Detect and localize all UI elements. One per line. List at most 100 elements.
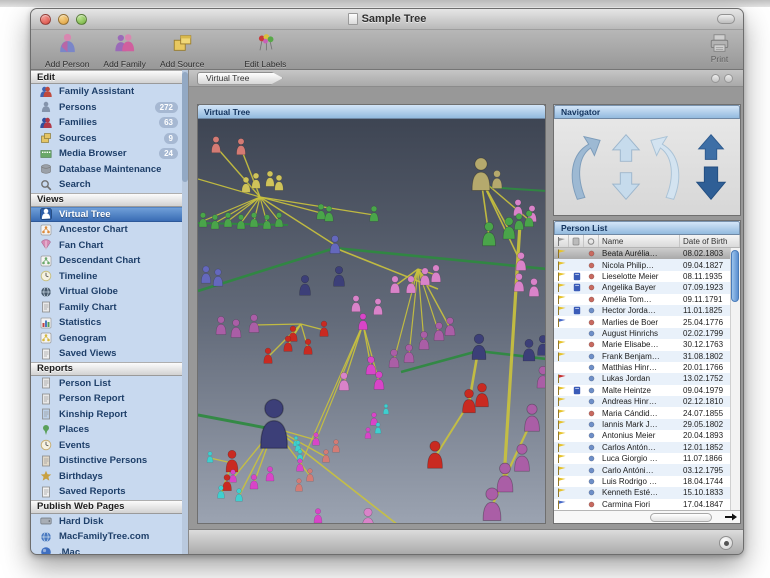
column-gender[interactable] bbox=[584, 235, 599, 247]
saved-views-icon bbox=[40, 348, 52, 360]
person-row[interactable]: Frank Benjam… 31.08.1802 bbox=[554, 350, 740, 362]
person-list-horizontal-scrollbar[interactable] bbox=[554, 510, 740, 523]
zoom-button[interactable] bbox=[76, 13, 87, 25]
person-list-hscroll-thumb[interactable] bbox=[650, 512, 712, 522]
flag-icon bbox=[558, 420, 566, 430]
person-row[interactable]: Kenneth Esté… 15.10.1833 bbox=[554, 487, 740, 499]
panel-toggle-button-2[interactable] bbox=[724, 74, 733, 83]
person-row[interactable]: Malte Heintze 09.04.1979 bbox=[554, 385, 740, 396]
add-person-button[interactable]: Add Person bbox=[45, 32, 89, 69]
person-row[interactable]: Lieselotte Meier 08.11.1935 bbox=[554, 271, 740, 282]
sidebar-item-saved-views[interactable]: Saved Views bbox=[31, 346, 188, 362]
sidebar-item-persons[interactable]: Persons 272 bbox=[31, 100, 188, 116]
sidebar-scrollbar-thumb[interactable] bbox=[182, 72, 188, 182]
person-name: Luis Rodrigo … bbox=[602, 477, 658, 486]
toolbar-button-label: Add Person bbox=[45, 59, 90, 69]
person-row[interactable]: August Hinrichs 02.02.1799 bbox=[554, 327, 740, 340]
flag-icon bbox=[558, 466, 566, 475]
person-row[interactable]: Antonius Meier 20.04.1893 bbox=[554, 430, 740, 441]
sidebar-item-statistics[interactable]: Statistics bbox=[31, 315, 188, 331]
rotate-left-arrow[interactable] bbox=[564, 131, 602, 203]
person-row[interactable]: Hector Jorda… 11.01.1825 bbox=[554, 304, 740, 317]
print-button[interactable]: Print bbox=[708, 32, 731, 64]
flag-icon bbox=[558, 443, 566, 452]
sidebar-item-distinctive-persons[interactable]: Distinctive Persons bbox=[31, 453, 188, 469]
person-row[interactable]: Maria Cándid… 24.07.1855 bbox=[554, 407, 740, 418]
sidebar-item-label: Search bbox=[59, 179, 91, 191]
person-row[interactable]: Lukas Jordan 13.02.1752 bbox=[554, 373, 740, 385]
close-button[interactable] bbox=[40, 13, 51, 25]
person-row[interactable]: Andreas Hinr… 02.12.1810 bbox=[554, 396, 740, 408]
sidebar-item-family-assistant[interactable]: Family Assistant bbox=[31, 84, 188, 100]
sidebar-item-person-list[interactable]: Person List bbox=[31, 376, 188, 392]
titlebar[interactable]: Sample Tree bbox=[31, 9, 743, 30]
sidebar-item-virtual-globe[interactable]: Virtual Globe bbox=[31, 284, 188, 300]
events-icon bbox=[40, 439, 52, 451]
person-row[interactable]: Carlos Antón… 12.01.1852 bbox=[554, 441, 740, 454]
sidebar-item-search[interactable]: Search bbox=[31, 177, 188, 193]
sidebar-item-family-chart[interactable]: Family Chart bbox=[31, 300, 188, 316]
sidebar-item-birthdays[interactable]: Birthdays bbox=[31, 469, 188, 485]
sidebar-item-fan-chart[interactable]: Fan Chart bbox=[31, 238, 188, 254]
toolbar-toggle-button[interactable] bbox=[717, 14, 735, 24]
fan-chart-icon bbox=[40, 239, 52, 251]
column-media[interactable] bbox=[569, 235, 584, 247]
sidebar-scrollbar[interactable] bbox=[182, 70, 188, 554]
column-flag[interactable] bbox=[554, 235, 569, 247]
sidebar-item-virtual-tree[interactable]: Virtual Tree bbox=[31, 206, 188, 222]
person-row[interactable]: Luca Giorgio … 11.07.1866 bbox=[554, 453, 740, 464]
sidebar-item-places[interactable]: Places bbox=[31, 422, 188, 438]
person-list-panel: Person List Name Date of Birth Beata Aur… bbox=[553, 220, 741, 524]
sidebar-item-ancestor-chart[interactable]: Ancestor Chart bbox=[31, 222, 188, 238]
person-name: Carmina Fiori bbox=[602, 499, 651, 509]
family-assistant-icon bbox=[40, 86, 52, 98]
person-row[interactable]: Matthias Hinr… 20.01.1766 bbox=[554, 362, 740, 373]
minimize-button[interactable] bbox=[58, 13, 69, 25]
zoom-arrows[interactable] bbox=[692, 131, 730, 203]
sidebar-item-genogram[interactable]: Genogram bbox=[31, 331, 188, 347]
sidebar-item-kinship-report[interactable]: Kinship Report bbox=[31, 407, 188, 423]
sidebar-item--mac[interactable]: .Mac bbox=[31, 545, 188, 554]
person-row[interactable]: Beata Aurélia… 08.02.1803 bbox=[554, 248, 740, 260]
person-row[interactable]: Carmina Fiori 17.04.1847 bbox=[554, 499, 740, 510]
panel-toggle-button-1[interactable] bbox=[711, 74, 720, 83]
add-family-button[interactable]: Add Family bbox=[103, 32, 146, 69]
sidebar-item-database-maintenance[interactable]: Database Maintenance bbox=[31, 162, 188, 178]
sidebar-item-media-browser[interactable]: Media Browser 24 bbox=[31, 146, 188, 162]
person-row[interactable]: Luis Rodrigo … 18.04.1744 bbox=[554, 476, 740, 487]
status-action-button[interactable] bbox=[719, 536, 733, 550]
column-name[interactable]: Name bbox=[599, 235, 680, 247]
sidebar-item-families[interactable]: Families 63 bbox=[31, 115, 188, 131]
person-row[interactable]: Nicola Philip… 09.04.1827 bbox=[554, 259, 740, 271]
person-row[interactable]: Carlo Antóni… 03.12.1795 bbox=[554, 464, 740, 476]
sidebar-item-sources[interactable]: Sources 9 bbox=[31, 131, 188, 147]
person-row[interactable]: Iannis Mark J… 29.05.1802 bbox=[554, 418, 740, 431]
gender-icon bbox=[588, 341, 595, 348]
column-date-of-birth[interactable]: Date of Birth bbox=[680, 235, 740, 247]
person-name: August Hinrichs bbox=[602, 328, 659, 338]
sidebar-item-hard-disk[interactable]: Hard Disk bbox=[31, 514, 188, 530]
sidebar-item-macfamilytree-com[interactable]: MacFamilyTree.com bbox=[31, 529, 188, 545]
show-person-button[interactable] bbox=[724, 512, 738, 522]
rotate-right-arrow[interactable] bbox=[649, 131, 687, 203]
sidebar-item-saved-reports[interactable]: Saved Reports bbox=[31, 484, 188, 500]
gender-icon bbox=[588, 478, 595, 485]
sidebar: Edit Family Assistant Persons 272 Families 63… bbox=[31, 70, 189, 554]
flag-icon bbox=[558, 352, 566, 361]
edit-labels-button[interactable]: Edit Labels bbox=[244, 32, 286, 69]
person-list-scrollbar-thumb[interactable] bbox=[731, 250, 739, 302]
pan-vertical-arrows[interactable] bbox=[607, 131, 645, 203]
tab-virtual-tree[interactable]: Virtual Tree bbox=[197, 71, 283, 85]
sidebar-item-events[interactable]: Events bbox=[31, 438, 188, 454]
virtual-tree-3d-view[interactable] bbox=[198, 119, 545, 523]
person-row[interactable]: Angelika Bayer 07.09.1923 bbox=[554, 282, 740, 294]
media-book-icon bbox=[573, 306, 580, 315]
person-list-vertical-scrollbar[interactable] bbox=[730, 248, 740, 510]
person-row[interactable]: Marlies de Boer 25.04.1776 bbox=[554, 316, 740, 327]
person-row[interactable]: Marie Elisabe… 30.12.1763 bbox=[554, 339, 740, 350]
add-source-button[interactable]: Add Source bbox=[160, 32, 204, 69]
person-row[interactable]: Amélia Tom… 09.11.1791 bbox=[554, 294, 740, 305]
sidebar-item-timeline[interactable]: Timeline bbox=[31, 269, 188, 285]
sidebar-item-descendant-chart[interactable]: Descendant Chart bbox=[31, 253, 188, 269]
sidebar-item-person-report[interactable]: Person Report bbox=[31, 391, 188, 407]
